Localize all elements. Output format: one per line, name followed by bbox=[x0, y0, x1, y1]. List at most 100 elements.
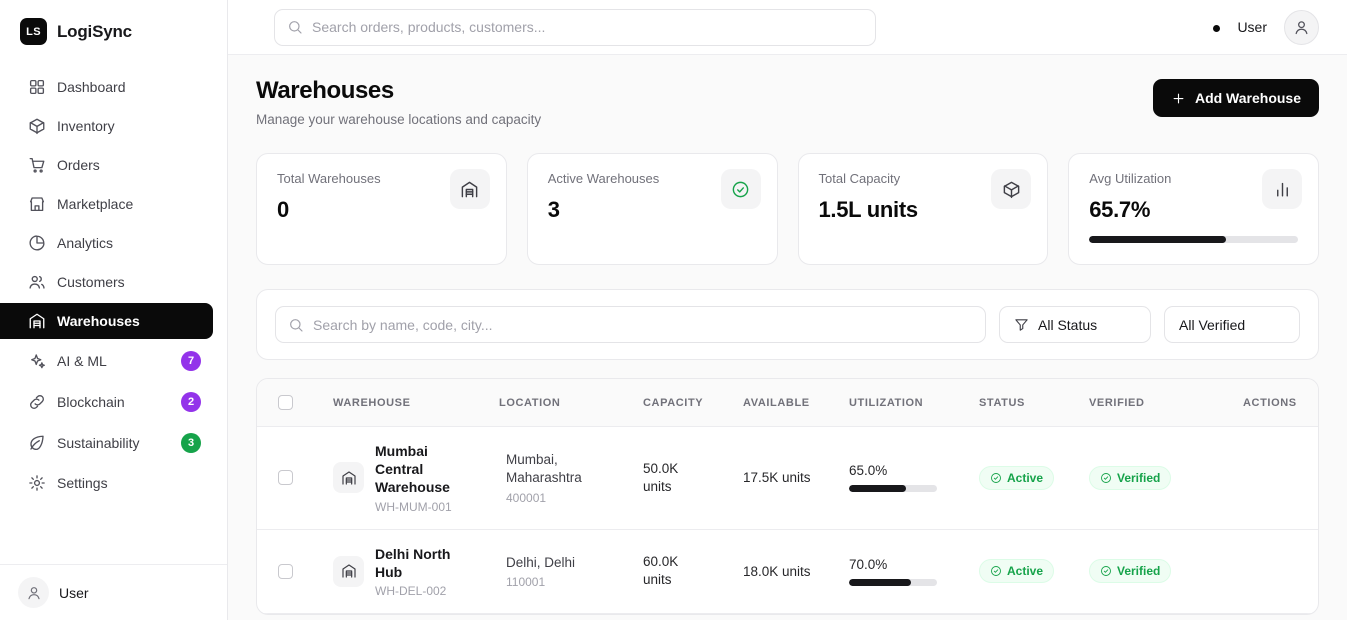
brand-name: LogiSync bbox=[57, 21, 132, 41]
select-all-checkbox[interactable] bbox=[277, 395, 293, 410]
check-circle-icon bbox=[990, 565, 1002, 577]
column-header: LOCATION bbox=[499, 396, 561, 409]
sidebar-item-label: Analytics bbox=[57, 235, 114, 251]
brand-logo: LS bbox=[20, 18, 47, 45]
column-header: VERIFIED bbox=[1089, 396, 1145, 409]
global-search[interactable] bbox=[274, 8, 876, 46]
verified-badge: Verified bbox=[1089, 559, 1172, 584]
verified-filter-select[interactable]: All Verified bbox=[1164, 306, 1300, 343]
view-button[interactable] bbox=[1239, 569, 1243, 573]
dashboard-icon bbox=[28, 78, 46, 96]
sidebar-item-orders[interactable]: Orders bbox=[0, 147, 213, 183]
profile-avatar-button[interactable] bbox=[1284, 9, 1319, 45]
verified-badge: Verified bbox=[1089, 465, 1172, 490]
row-checkbox[interactable] bbox=[277, 470, 293, 486]
warehouse-icon bbox=[333, 555, 364, 587]
row-checkbox[interactable] bbox=[277, 563, 293, 579]
utilization-progress-bar bbox=[1089, 236, 1298, 243]
warehouse-code: WH-MUM-001 bbox=[375, 499, 452, 514]
sidebar-item-label: Dashboard bbox=[57, 79, 126, 95]
stat-card-avg-utilization: Avg Utilization 65.7% bbox=[1068, 153, 1319, 265]
sidebar-item-label: Customers bbox=[57, 274, 125, 290]
user-avatar bbox=[18, 577, 49, 608]
package-icon bbox=[28, 117, 46, 135]
view-button[interactable] bbox=[1239, 476, 1243, 480]
sidebar-item-label: Blockchain bbox=[57, 394, 125, 410]
warehouse-search[interactable] bbox=[275, 306, 986, 343]
status-filter-value: All Status bbox=[1038, 316, 1098, 333]
stat-cards: Total Warehouses 0 Active Warehouses 3 T… bbox=[256, 153, 1319, 265]
topbar-user-label: User bbox=[1237, 19, 1267, 35]
sidebar-item-analytics[interactable]: Analytics bbox=[0, 225, 213, 261]
column-header: WAREHOUSE bbox=[333, 396, 411, 409]
capacity-value: 50.0K units bbox=[643, 460, 679, 494]
stat-card-total-capacity: Total Capacity 1.5L units bbox=[797, 153, 1049, 265]
sidebar-item-dashboard[interactable]: Dashboard bbox=[0, 69, 213, 105]
table-row[interactable]: Delhi North Hub WH-DEL-002 Delhi, Delhi … bbox=[257, 530, 1318, 614]
page-content: Warehouses Manage your warehouse locatio… bbox=[228, 55, 1347, 620]
page-header: Warehouses Manage your warehouse locatio… bbox=[256, 77, 1319, 127]
sidebar-item-label: Orders bbox=[57, 157, 100, 173]
status-filter-select[interactable]: All Status bbox=[999, 306, 1151, 343]
delete-button[interactable] bbox=[1273, 569, 1277, 573]
funnel-icon bbox=[1014, 317, 1029, 332]
location-text: Mumbai, Maharashtra bbox=[506, 452, 582, 486]
check-circle-icon bbox=[1100, 472, 1112, 484]
gear-icon bbox=[28, 474, 46, 492]
building-icon bbox=[449, 169, 490, 209]
verified-filter-value: All Verified bbox=[1179, 316, 1246, 333]
edit-button[interactable] bbox=[1256, 569, 1260, 573]
search-icon bbox=[288, 317, 304, 333]
sidebar-item-ai-ml[interactable]: AI & ML 7 bbox=[0, 342, 213, 380]
check-circle-icon bbox=[1100, 565, 1112, 577]
sidebar-item-settings[interactable]: Settings bbox=[0, 465, 213, 501]
sidebar-item-inventory[interactable]: Inventory bbox=[0, 108, 213, 144]
leaf-icon bbox=[28, 434, 46, 452]
column-header: AVAILABLE bbox=[743, 396, 810, 409]
sidebar-item-warehouses[interactable]: Warehouses bbox=[0, 303, 213, 339]
table-header-row: WAREHOUSE LOCATION CAPACITY AVAILABLE UT… bbox=[257, 379, 1318, 427]
available-value: 17.5K units bbox=[743, 470, 811, 486]
postal-code: 400001 bbox=[506, 490, 547, 505]
sidebar-footer: User bbox=[0, 564, 227, 620]
user-icon bbox=[1293, 19, 1310, 36]
column-header: ACTIONS bbox=[1243, 396, 1297, 409]
sidebar-nav: Dashboard Inventory Orders Marketplace A… bbox=[0, 59, 227, 509]
footer-user-label: User bbox=[59, 584, 89, 601]
available-value: 18.0K units bbox=[743, 563, 811, 579]
pie-chart-icon bbox=[28, 234, 46, 252]
sidebar-item-customers[interactable]: Customers bbox=[0, 264, 213, 300]
column-header: CAPACITY bbox=[643, 396, 704, 409]
ai-ml-badge: 7 bbox=[181, 351, 201, 371]
notifications-button[interactable] bbox=[1213, 25, 1221, 32]
capacity-value: 60.0K units bbox=[643, 554, 679, 588]
sidebar-item-blockchain[interactable]: Blockchain 2 bbox=[0, 383, 213, 421]
topbar: User bbox=[228, 0, 1347, 55]
utilization-value: 65.0% bbox=[849, 463, 888, 479]
warehouse-code: WH-DEL-002 bbox=[375, 583, 447, 598]
store-icon bbox=[28, 195, 46, 213]
table-row[interactable]: Mumbai Central Warehouse WH-MUM-001 Mumb… bbox=[257, 427, 1318, 530]
sidebar-item-marketplace[interactable]: Marketplace bbox=[0, 186, 213, 222]
sidebar-item-label: Marketplace bbox=[57, 196, 134, 212]
utilization-bar bbox=[849, 578, 937, 586]
sidebar: LS LogiSync Dashboard Inventory Orders M… bbox=[0, 0, 228, 620]
topbar-right: User bbox=[1213, 9, 1319, 45]
postal-code: 110001 bbox=[506, 574, 546, 589]
page-title: Warehouses bbox=[256, 77, 394, 104]
blockchain-badge: 2 bbox=[181, 392, 201, 412]
column-header: STATUS bbox=[979, 396, 1025, 409]
location-text: Delhi, Delhi bbox=[506, 554, 576, 570]
sidebar-item-label: Settings bbox=[57, 475, 108, 491]
warehouse-icon bbox=[28, 312, 46, 330]
edit-button[interactable] bbox=[1256, 476, 1260, 480]
brand: LS LogiSync bbox=[0, 0, 227, 59]
add-warehouse-button[interactable]: Add Warehouse bbox=[1152, 79, 1319, 117]
sidebar-item-sustainability[interactable]: Sustainability 3 bbox=[0, 424, 213, 462]
warehouse-name: Delhi North Hub bbox=[375, 545, 451, 580]
warehouse-search-input[interactable] bbox=[313, 316, 973, 333]
delete-button[interactable] bbox=[1273, 476, 1277, 480]
package-icon bbox=[991, 169, 1032, 209]
logout-button[interactable] bbox=[205, 591, 209, 595]
global-search-input[interactable] bbox=[312, 19, 863, 35]
